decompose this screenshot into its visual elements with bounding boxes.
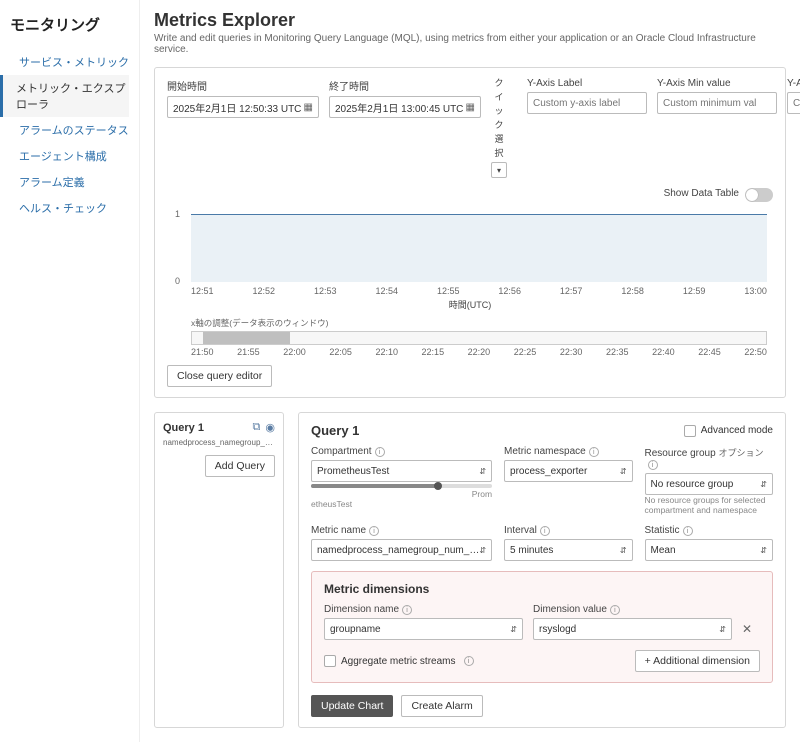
metric-name-label: Metric namei xyxy=(311,525,492,536)
update-chart-button[interactable]: Update Chart xyxy=(311,695,393,717)
quick-select-dropdown[interactable]: ▾ xyxy=(491,162,507,178)
yaxis-max-lbl: Y-Axis Max value xyxy=(787,78,800,89)
metric-name-select[interactable]: namedprocess_namegroup_num_… ⇵ xyxy=(311,539,492,561)
yaxis-max-input[interactable] xyxy=(787,92,800,114)
end-time-input[interactable]: 2025年2月1日 13:00:45 UTC ▦ xyxy=(329,96,481,118)
resource-group-hint: No resource groups for selected compartm… xyxy=(645,495,773,515)
chevron-updown-icon: ⇵ xyxy=(620,467,627,476)
sidebar-item-health-check[interactable]: ヘルス・チェック xyxy=(10,195,129,221)
advanced-mode-checkbox[interactable] xyxy=(684,425,696,437)
interval-label: Intervali xyxy=(504,525,632,536)
dimension-name-select[interactable]: groupname ⇵ xyxy=(324,618,523,640)
resource-group-label: Resource group オプションi xyxy=(645,446,773,470)
chart: 1 0 12:51 12:52 12:53 12:54 12:55 12:56 … xyxy=(191,206,767,296)
x-axis-title: 時間(UTC) xyxy=(167,298,773,311)
hide-icon[interactable]: ◉ xyxy=(265,421,275,434)
dimensions-title: Metric dimensions xyxy=(324,582,760,596)
info-icon[interactable]: i xyxy=(375,447,385,457)
interval-select[interactable]: 5 minutes ⇵ xyxy=(504,539,632,561)
sidebar-item-metrics-explorer[interactable]: メトリック・エクスプローラ xyxy=(0,75,129,117)
x-ticks: 12:51 12:52 12:53 12:54 12:55 12:56 12:5… xyxy=(191,286,767,296)
aggregate-checkbox[interactable] xyxy=(324,655,336,667)
brush-selection[interactable] xyxy=(203,332,289,344)
compartment-path: Prom xyxy=(311,489,492,499)
chart-card: 開始時間 2025年2月1日 12:50:33 UTC ▦ 終了時間 2025年… xyxy=(154,67,786,398)
info-icon[interactable]: i xyxy=(540,526,550,536)
add-dimension-button[interactable]: + Additional dimension xyxy=(635,650,760,672)
chevron-updown-icon: ⇵ xyxy=(719,625,726,634)
query-builder-panel: Query 1 Advanced mode Compartmenti Prome… xyxy=(298,412,786,728)
chevron-updown-icon: ⇵ xyxy=(479,546,486,555)
builder-title: Query 1 xyxy=(311,423,359,438)
show-data-table-toggle[interactable] xyxy=(745,188,773,202)
sidebar: モニタリング サービス・メトリック メトリック・エクスプローラ アラームのステー… xyxy=(0,0,140,742)
time-brush[interactable] xyxy=(191,331,767,345)
yaxis-min-input[interactable] xyxy=(657,92,777,114)
end-time-value: 2025年2月1日 13:00:45 UTC xyxy=(335,100,463,115)
chevron-updown-icon: ⇵ xyxy=(479,467,486,476)
chevron-updown-icon: ⇵ xyxy=(510,625,517,634)
start-time-value: 2025年2月1日 12:50:33 UTC xyxy=(173,100,301,115)
dimension-name-label: Dimension namei xyxy=(324,604,523,615)
aggregate-label: Aggregate metric streams xyxy=(341,656,456,667)
chart-series xyxy=(191,214,767,282)
y-tick-1: 1 xyxy=(175,209,180,219)
info-icon[interactable]: i xyxy=(464,656,474,666)
info-icon[interactable]: i xyxy=(402,605,412,615)
copy-icon[interactable]: ⧉ xyxy=(253,421,261,434)
start-time-label: 開始時間 xyxy=(167,78,319,93)
end-time-label: 終了時間 xyxy=(329,78,481,93)
dimension-value-select[interactable]: rsyslogd ⇵ xyxy=(533,618,732,640)
add-query-button[interactable]: Add Query xyxy=(205,455,275,477)
info-icon[interactable]: i xyxy=(589,447,599,457)
chevron-updown-icon: ⇵ xyxy=(620,546,627,555)
compartment-scroll[interactable] xyxy=(311,484,492,488)
compartment-path2: etheusTest xyxy=(311,499,492,509)
query-code: namedprocess_namegroup_num_procs[5m]{gro… xyxy=(163,438,275,447)
namespace-select[interactable]: process_exporter ⇵ xyxy=(504,460,632,482)
advanced-mode-label: Advanced mode xyxy=(701,425,773,436)
y-tick-0: 0 xyxy=(175,276,180,286)
query-name: Query 1 xyxy=(163,422,204,434)
statistic-label: Statistici xyxy=(645,525,773,536)
resource-group-select[interactable]: No resource group ⇵ xyxy=(645,473,773,495)
compartment-select[interactable]: PrometheusTest ⇵ xyxy=(311,460,492,482)
brush-label: x軸の調整(データ表示のウィンドウ) xyxy=(191,317,767,329)
start-time-input[interactable]: 2025年2月1日 12:50:33 UTC ▦ xyxy=(167,96,319,118)
yaxis-label-input[interactable] xyxy=(527,92,647,114)
create-alarm-button[interactable]: Create Alarm xyxy=(401,695,482,717)
calendar-icon: ▦ xyxy=(466,102,475,113)
remove-dimension-button[interactable]: ✕ xyxy=(742,622,760,636)
info-icon[interactable]: i xyxy=(610,605,620,615)
sidebar-item-agent-config[interactable]: エージェント構成 xyxy=(10,143,129,169)
chevron-updown-icon: ⇵ xyxy=(760,480,767,489)
close-query-editor-button[interactable]: Close query editor xyxy=(167,365,272,387)
sidebar-item-alarm-def[interactable]: アラーム定義 xyxy=(10,169,129,195)
brush-ticks: 21:50 21:55 22:00 22:05 22:10 22:15 22:2… xyxy=(191,347,767,357)
show-data-table-label: Show Data Table xyxy=(664,188,739,199)
statistic-select[interactable]: Mean ⇵ xyxy=(645,539,773,561)
sidebar-item-alarm-status[interactable]: アラームのステータス xyxy=(10,117,129,143)
compartment-label: Compartmenti xyxy=(311,446,492,457)
quick-select-label: ク xyxy=(494,76,503,89)
page-title: Metrics Explorer xyxy=(154,10,786,31)
page-subtitle: Write and edit queries in Monitoring Que… xyxy=(154,33,786,55)
info-icon[interactable]: i xyxy=(648,460,658,470)
calendar-icon: ▦ xyxy=(304,102,313,113)
info-icon[interactable]: i xyxy=(369,526,379,536)
dimension-value-label: Dimension valuei xyxy=(533,604,732,615)
main: Metrics Explorer Write and edit queries … xyxy=(140,0,800,742)
chevron-updown-icon: ⇵ xyxy=(760,546,767,555)
yaxis-min-lbl: Y-Axis Min value xyxy=(657,78,777,89)
chevron-down-icon: ▾ xyxy=(497,166,501,175)
yaxis-label-lbl: Y-Axis Label xyxy=(527,78,647,89)
namespace-label: Metric namespacei xyxy=(504,446,632,457)
sidebar-title: モニタリング xyxy=(10,14,129,35)
dimensions-box: Metric dimensions Dimension namei groupn… xyxy=(311,571,773,683)
info-icon[interactable]: i xyxy=(683,526,693,536)
sidebar-item-service-metrics[interactable]: サービス・メトリック xyxy=(10,49,129,75)
query-list-panel: Query 1 ⧉ ◉ namedprocess_namegroup_num_p… xyxy=(154,412,284,728)
